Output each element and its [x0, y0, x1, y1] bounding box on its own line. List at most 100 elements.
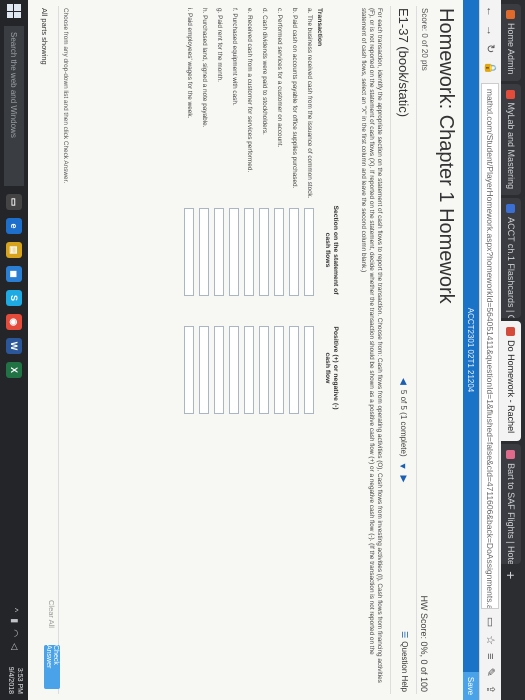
question-dropdown-icon[interactable]: ▼	[399, 462, 409, 471]
table-row: f. Purchased equipment with cash.	[231, 8, 238, 106]
clear-all-button[interactable]: Clear All	[47, 600, 56, 628]
column-header-sign: Positive (+) or negative (-) cash flow	[324, 326, 339, 410]
divider	[390, 6, 391, 694]
divider	[58, 6, 59, 694]
table-row: a. The business received cash from the i…	[306, 8, 313, 199]
reading-view-icon[interactable]: ▭	[484, 617, 497, 627]
prev-question-icon[interactable]: ◀	[398, 378, 409, 385]
system-tray: ^ ▮ ◠ ◁	[9, 608, 20, 650]
taskbar-search-input[interactable]: Search the web and Windows	[4, 26, 24, 186]
sign-dropdown[interactable]	[289, 326, 299, 414]
edge-browser-icon[interactable]: e	[6, 218, 22, 234]
browser-tab[interactable]: ACCT ch.1 Flashcards | Quiz	[501, 198, 521, 319]
column-header-section: Section on the statement of cash flows	[324, 205, 339, 295]
table-row: d. Cash dividends were paid to stockhold…	[261, 8, 268, 135]
taskbar-search-placeholder: Search the web and Windows	[9, 32, 19, 138]
tab-label: ACCT ch.1 Flashcards | Quiz	[506, 217, 516, 319]
list-icon: ☰	[400, 631, 409, 639]
lock-icon: 🔒	[484, 61, 496, 75]
browser-tab-strip: Home Admin MyLab and Mastering ACCT ch.1…	[501, 0, 525, 700]
wifi-icon[interactable]: ◠	[9, 629, 20, 637]
tab-label: Bart to SAF Flights | Hotels	[506, 463, 516, 565]
sign-dropdown[interactable]	[274, 326, 284, 414]
score-text: Score: 0 of 20 pts	[420, 8, 429, 71]
browser-tab[interactable]: Bart to SAF Flights | Hotels	[501, 444, 521, 565]
section-dropdown[interactable]	[199, 208, 209, 296]
table-row: i. Paid employees' wages for the week.	[186, 8, 193, 119]
section-dropdown[interactable]	[259, 208, 269, 296]
question-pager: ◀ 5 of 5 (1 complete) ▼ ▶	[398, 378, 410, 483]
sign-dropdown[interactable]	[244, 326, 254, 414]
screen: Home Admin MyLab and Mastering ACCT ch.1…	[0, 0, 525, 700]
hub-icon[interactable]: ≡	[485, 653, 497, 659]
tab-favicon	[506, 204, 516, 214]
section-dropdown[interactable]	[229, 208, 239, 296]
tab-label: Do Homework - Rachel	[506, 340, 516, 434]
tab-favicon	[506, 89, 516, 99]
homework-content: Homework: Chapter 1 Homework Score: 0 of…	[28, 0, 463, 700]
table-row: e. Received cash from a customer for ser…	[246, 8, 253, 173]
clock[interactable]: 3:53 PM 9/4/2018	[6, 667, 24, 694]
word-icon[interactable]: W	[6, 338, 22, 354]
browser-tab-active[interactable]: Do Homework - Rachel✕	[501, 321, 521, 442]
chevron-up-icon[interactable]: ^	[9, 608, 20, 612]
sign-dropdown[interactable]	[199, 326, 209, 414]
excel-icon[interactable]: X	[6, 362, 22, 378]
browser-navbar: ← → ↻ 🔒 mathxl.com/Student/PlayerHomewor…	[479, 0, 501, 700]
sign-dropdown[interactable]	[304, 326, 314, 414]
tab-label: Home Admin	[506, 23, 516, 75]
browser-tab[interactable]: MyLab and Mastering	[501, 83, 521, 196]
save-button[interactable]: Save	[463, 672, 479, 700]
section-dropdown[interactable]	[244, 208, 254, 296]
divider	[416, 6, 417, 694]
back-icon[interactable]: ←	[485, 6, 497, 17]
sign-dropdown[interactable]	[229, 326, 239, 414]
table-row: b. Paid cash on accounts payable for off…	[291, 8, 298, 189]
browser-tab[interactable]: Home Admin	[501, 4, 521, 81]
section-dropdown[interactable]	[304, 208, 314, 296]
hint-text: Choose from any drop-down list and then …	[62, 8, 69, 184]
windows-start-icon[interactable]	[7, 4, 21, 18]
sign-dropdown[interactable]	[214, 326, 224, 414]
task-view-icon[interactable]: ▭	[6, 194, 22, 210]
chrome-icon[interactable]: ◉	[6, 314, 22, 330]
web-note-icon[interactable]: ✎	[484, 668, 497, 677]
new-tab-icon[interactable]: +	[501, 571, 521, 579]
file-explorer-icon[interactable]: ▤	[6, 242, 22, 258]
section-dropdown[interactable]	[214, 208, 224, 296]
tab-label: MyLab and Mastering	[506, 102, 516, 190]
sign-dropdown[interactable]	[184, 326, 194, 414]
save-button-label: Save	[466, 676, 476, 696]
table-row: c. Performed services for a customer on …	[276, 8, 283, 148]
parts-showing: All parts showing	[40, 8, 49, 65]
forward-icon[interactable]: →	[485, 25, 497, 36]
section-dropdown[interactable]	[184, 208, 194, 296]
question-help-label: Question Help	[400, 641, 409, 692]
tab-favicon	[506, 327, 516, 337]
volume-icon[interactable]: ◁	[9, 643, 20, 650]
sign-dropdown[interactable]	[259, 326, 269, 414]
favorite-star-icon[interactable]: ☆	[484, 635, 497, 645]
tab-favicon	[506, 450, 516, 460]
clock-time: 3:53 PM	[16, 667, 23, 694]
tab-favicon	[506, 10, 516, 19]
share-icon[interactable]: ⇪	[484, 685, 497, 694]
address-bar[interactable]: mathxl.com/Student/PlayerHomework.aspx?h…	[481, 82, 500, 609]
url-text: mathxl.com/Student/PlayerHomework.aspx?h…	[485, 88, 496, 609]
next-question-icon[interactable]: ▶	[398, 476, 409, 483]
question-help-button[interactable]: ☰ Question Help	[400, 631, 409, 692]
hw-score-text: HW Score: 0%, 0 of 100	[419, 595, 429, 692]
question-id: E1-37 (book/static)	[396, 8, 411, 118]
pager-text: 5 of 5 (1 complete)	[399, 389, 408, 457]
refresh-icon[interactable]: ↻	[484, 44, 497, 53]
section-dropdown[interactable]	[289, 208, 299, 296]
section-dropdown[interactable]	[274, 208, 284, 296]
check-answer-label: Check Answer	[45, 645, 59, 669]
battery-icon[interactable]: ▮	[9, 618, 20, 623]
store-icon[interactable]: ◼	[6, 266, 22, 282]
check-answer-button[interactable]: Check Answer	[44, 645, 60, 689]
instructions: For each transaction, identify the appro…	[360, 8, 383, 683]
skype-icon[interactable]: S	[6, 290, 22, 306]
taskbar: Search the web and Windows ▭ e ▤ ◼ S ◉ W…	[0, 0, 28, 700]
clock-date: 9/4/2018	[7, 666, 14, 694]
